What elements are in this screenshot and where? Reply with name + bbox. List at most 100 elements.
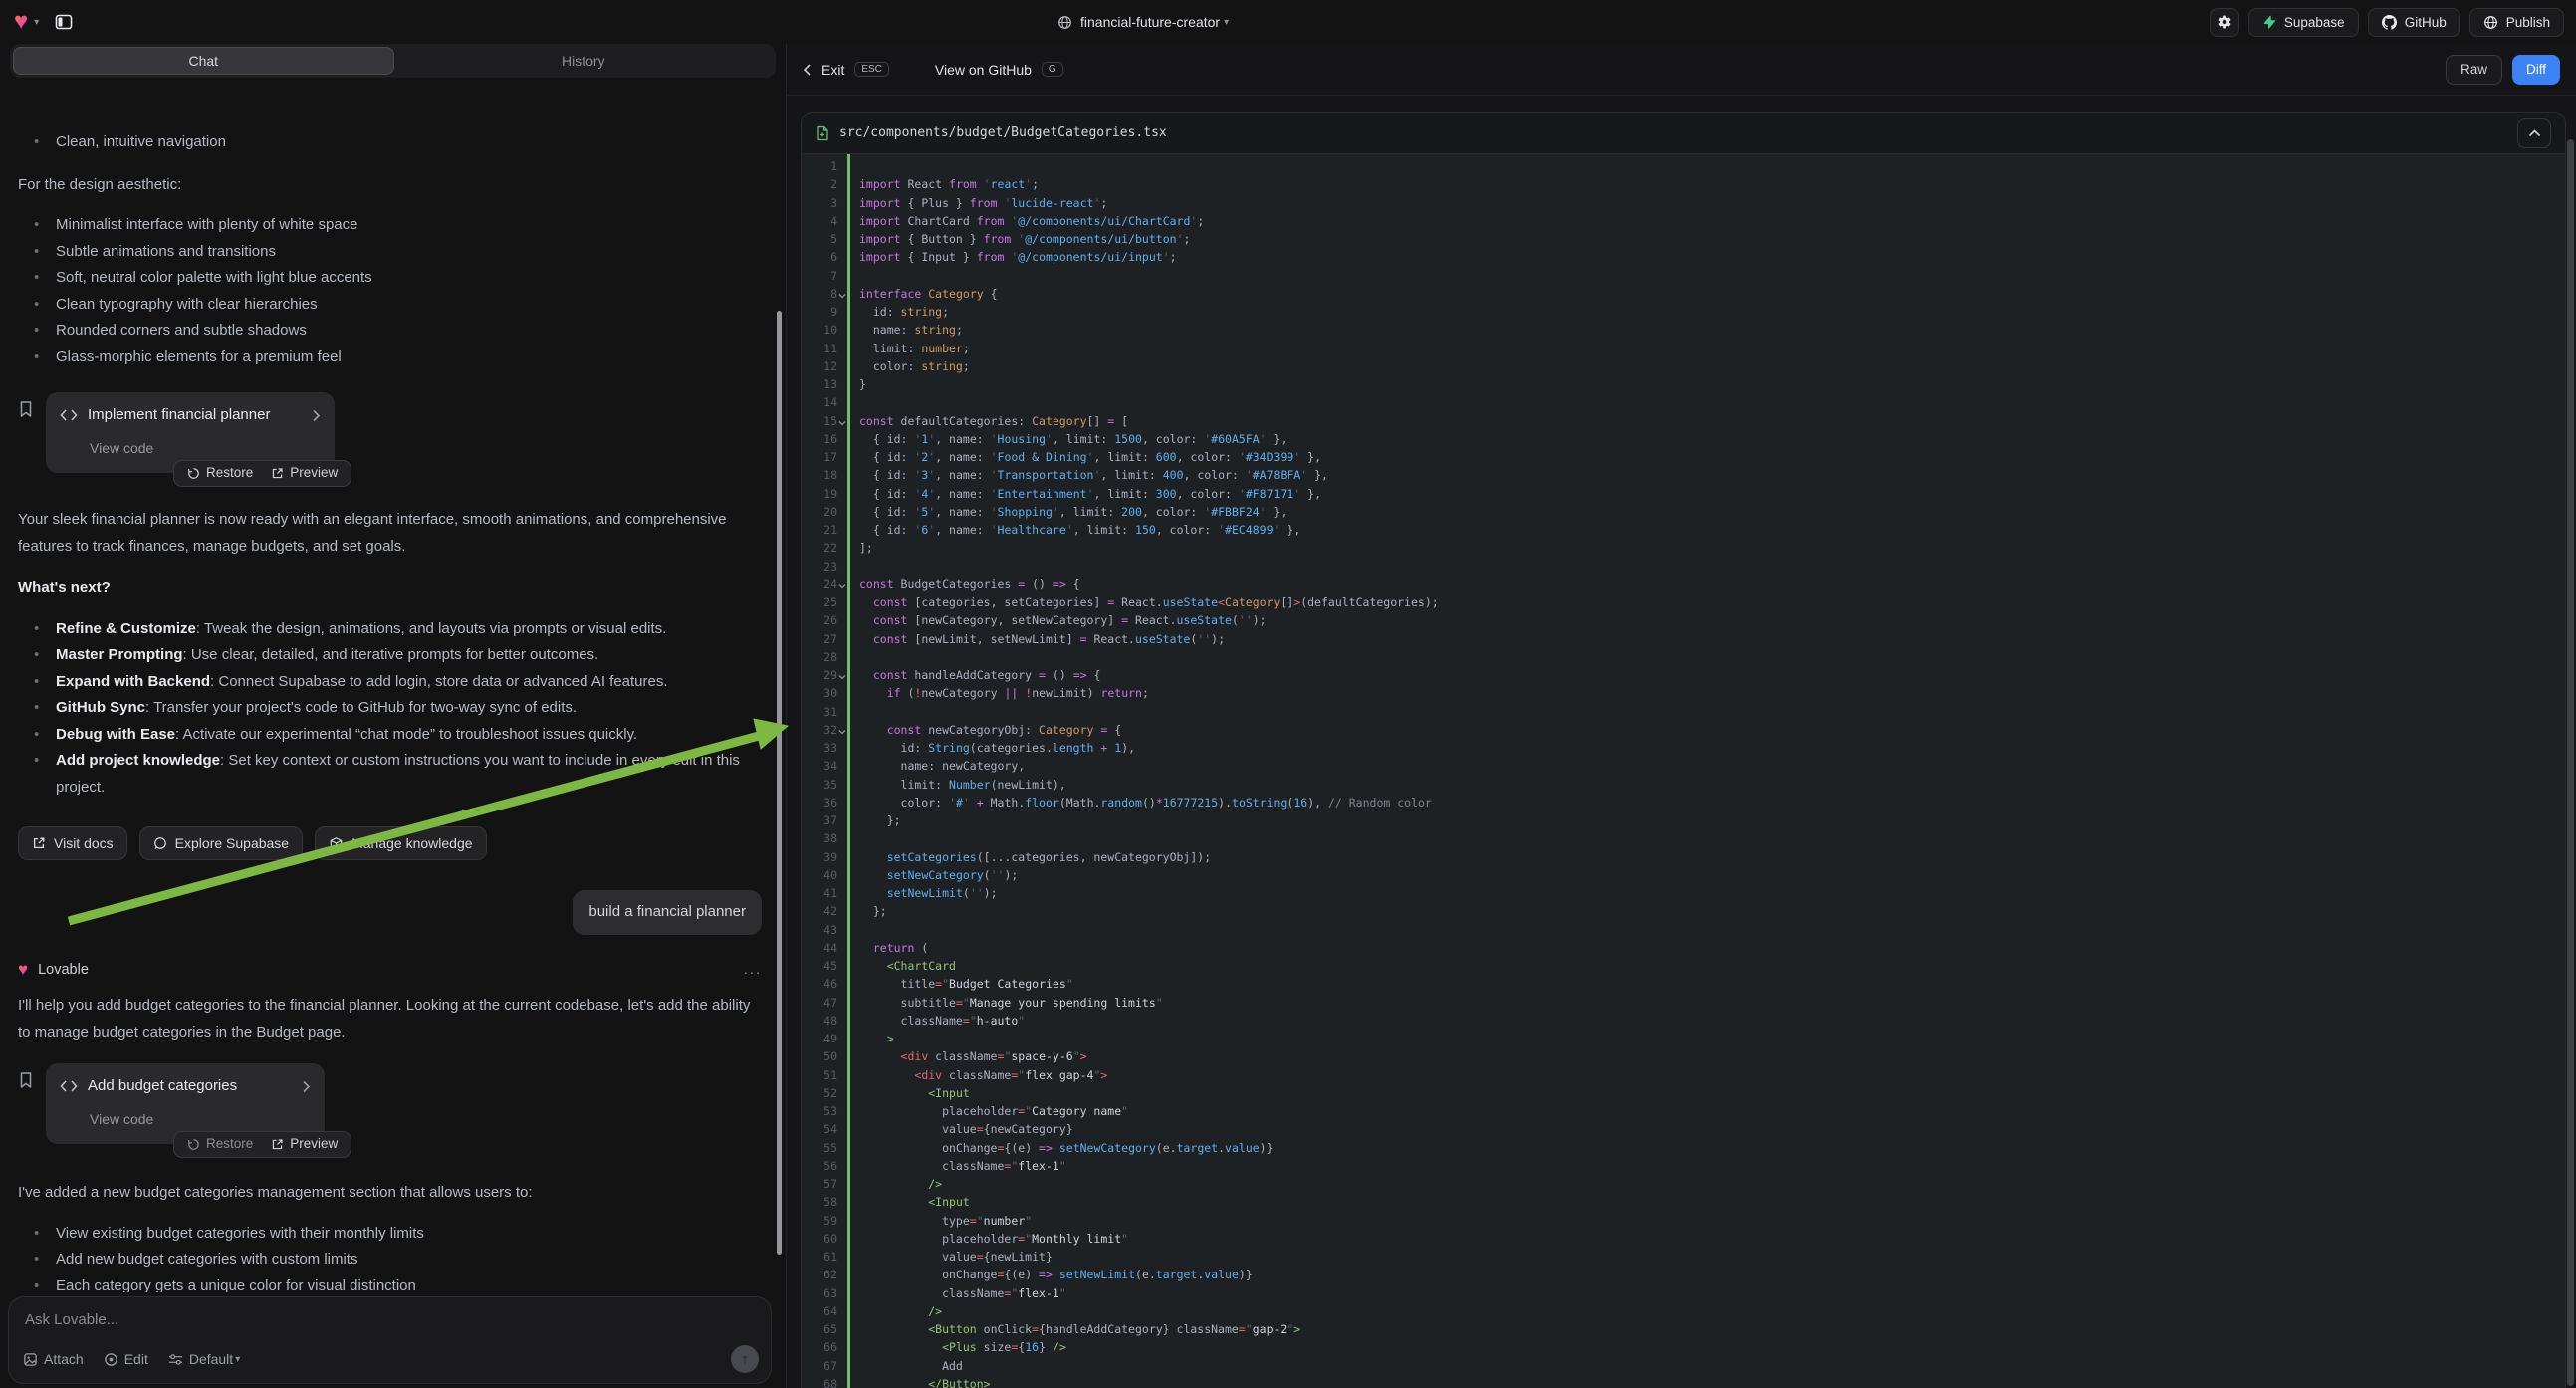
- code-line: 40 setNewCategory('');: [802, 866, 2565, 884]
- project-title: financial-future-creator: [1080, 14, 1220, 30]
- line-number: 40: [802, 866, 837, 884]
- file-header[interactable]: src/components/budget/BudgetCategories.t…: [802, 113, 2565, 154]
- line-number: 22: [802, 539, 837, 557]
- sidebar-toggle-button[interactable]: [49, 7, 79, 37]
- line-number: 55: [802, 1139, 837, 1157]
- code-line: 57 />: [802, 1175, 2565, 1193]
- list-item: Debug with Ease: Activate our experiment…: [18, 722, 762, 749]
- explore-supabase-button[interactable]: Explore Supabase: [139, 826, 303, 860]
- list-item: Rounded corners and subtle shadows: [18, 318, 762, 345]
- edit-button[interactable]: Edit: [104, 1351, 148, 1367]
- line-number: 64: [802, 1302, 837, 1320]
- project-switcher[interactable]: financial-future-creator ▾: [1057, 0, 1229, 44]
- chat-scrollbar[interactable]: [777, 311, 782, 1255]
- supabase-button[interactable]: Supabase: [2248, 8, 2359, 37]
- restore-button[interactable]: Restore: [178, 1131, 262, 1158]
- publish-globe-icon: [2483, 15, 2498, 30]
- line-number: 27: [802, 630, 837, 648]
- line-number: 14: [802, 393, 837, 411]
- restore-icon: [187, 1138, 200, 1151]
- line-number: 8: [802, 285, 837, 303]
- visit-docs-button[interactable]: Visit docs: [18, 826, 127, 860]
- code-line: 55 onChange={(e) => setNewCategory(e.tar…: [802, 1139, 2565, 1157]
- raw-toggle-button[interactable]: Raw: [2446, 55, 2502, 85]
- line-number: 11: [802, 340, 837, 357]
- settings-button[interactable]: [2210, 8, 2239, 37]
- line-number: 20: [802, 503, 837, 521]
- code-line: 60 placeholder="Monthly limit": [802, 1230, 2565, 1248]
- code-line: 63 className="flex-1": [802, 1284, 2565, 1302]
- fold-chevron-icon[interactable]: [838, 722, 846, 740]
- logo-chevron-down-icon[interactable]: ▾: [34, 17, 39, 28]
- code-line: 46 title="Budget Categories": [802, 975, 2565, 993]
- preview-button[interactable]: Preview: [262, 1131, 347, 1158]
- line-number: 5: [802, 230, 837, 248]
- code-line: 23: [802, 558, 2565, 576]
- line-number: 19: [802, 485, 837, 503]
- view-code-link[interactable]: View code: [90, 435, 321, 462]
- publish-button[interactable]: Publish: [2469, 8, 2564, 37]
- code-line: 16 { id: '1', name: 'Housing', limit: 15…: [802, 430, 2565, 448]
- fold-chevron-icon[interactable]: [838, 577, 846, 594]
- exit-button[interactable]: Exit: [821, 62, 844, 78]
- message-circle-icon: [153, 836, 167, 850]
- preview-button[interactable]: Preview: [262, 460, 347, 487]
- code-line: 58 <Input: [802, 1193, 2565, 1211]
- code-lines[interactable]: 12import React from 'react';3import { Pl…: [802, 154, 2565, 1388]
- fold-chevron-icon[interactable]: [838, 413, 846, 431]
- attach-button[interactable]: Attach: [23, 1351, 84, 1367]
- restore-button[interactable]: Restore: [178, 460, 262, 487]
- tab-chat[interactable]: Chat: [13, 47, 394, 75]
- line-number: 53: [802, 1102, 837, 1120]
- code-line: 56 className="flex-1": [802, 1157, 2565, 1175]
- gear-icon: [2217, 14, 2232, 30]
- supabase-icon: [2262, 15, 2276, 30]
- mode-chevron-down-icon: ▾: [235, 1354, 240, 1365]
- line-number: 1: [802, 157, 837, 175]
- code-line: 41 setNewLimit('');: [802, 884, 2565, 902]
- line-number: 54: [802, 1120, 837, 1138]
- chat-input[interactable]: Ask Lovable...: [25, 1311, 755, 1328]
- target-icon: [104, 1352, 118, 1367]
- design-bullet-list: Minimalist interface with plenty of whit…: [18, 212, 762, 370]
- bookmark-icon[interactable]: [18, 1071, 34, 1089]
- view-on-github-button[interactable]: View on GitHub: [935, 62, 1032, 78]
- line-number: 31: [802, 703, 837, 721]
- code-line: 28: [802, 648, 2565, 666]
- code-line: 34 name: newCategory,: [802, 757, 2565, 775]
- diff-toggle-button[interactable]: Diff: [2512, 55, 2560, 85]
- restore-label: Restore: [206, 460, 253, 487]
- message-more-button[interactable]: ...: [744, 957, 762, 984]
- bookmark-icon[interactable]: [18, 400, 34, 418]
- github-button[interactable]: GitHub: [2368, 8, 2460, 37]
- send-button[interactable]: ↑: [731, 1345, 759, 1373]
- whats-next-list: Refine & Customize: Tweak the design, an…: [18, 616, 762, 802]
- line-number: 41: [802, 884, 837, 902]
- code-viewer-panel: Exit ESC View on GitHub G Raw Diff src/c…: [787, 44, 2576, 1388]
- line-number: 45: [802, 957, 837, 975]
- line-number: 34: [802, 757, 837, 775]
- tab-history[interactable]: History: [394, 47, 774, 75]
- manage-knowledge-button[interactable]: Manage knowledge: [315, 826, 486, 860]
- code-scrollbar[interactable]: [2567, 139, 2574, 1386]
- line-number: 46: [802, 975, 837, 993]
- fold-chevron-icon[interactable]: [838, 667, 846, 685]
- fold-chevron-icon[interactable]: [838, 286, 846, 304]
- composer[interactable]: Ask Lovable... Attach Edit Default ▾ ↑: [8, 1296, 772, 1384]
- line-number: 43: [802, 921, 837, 939]
- code-line: 18 { id: '3', name: 'Transportation', li…: [802, 466, 2565, 484]
- line-number: 37: [802, 811, 837, 829]
- code-line: 31: [802, 703, 2565, 721]
- code-line: 38: [802, 829, 2565, 847]
- chat-messages[interactable]: Clean, intuitive navigation For the desi…: [0, 121, 786, 1292]
- code-line: 54 value={newCategory}: [802, 1120, 2565, 1138]
- collapse-file-button[interactable]: [2517, 118, 2551, 148]
- lovable-logo-icon[interactable]: ♥: [14, 10, 28, 34]
- line-number: 66: [802, 1338, 837, 1356]
- line-number: 58: [802, 1193, 837, 1211]
- added-bullet-list: View existing budget categories with the…: [18, 1221, 762, 1293]
- chevron-right-icon: [312, 409, 321, 422]
- list-item: Master Prompting: Use clear, detailed, a…: [18, 642, 762, 669]
- mode-selector[interactable]: Default ▾: [168, 1351, 240, 1367]
- view-code-link[interactable]: View code: [90, 1106, 311, 1133]
